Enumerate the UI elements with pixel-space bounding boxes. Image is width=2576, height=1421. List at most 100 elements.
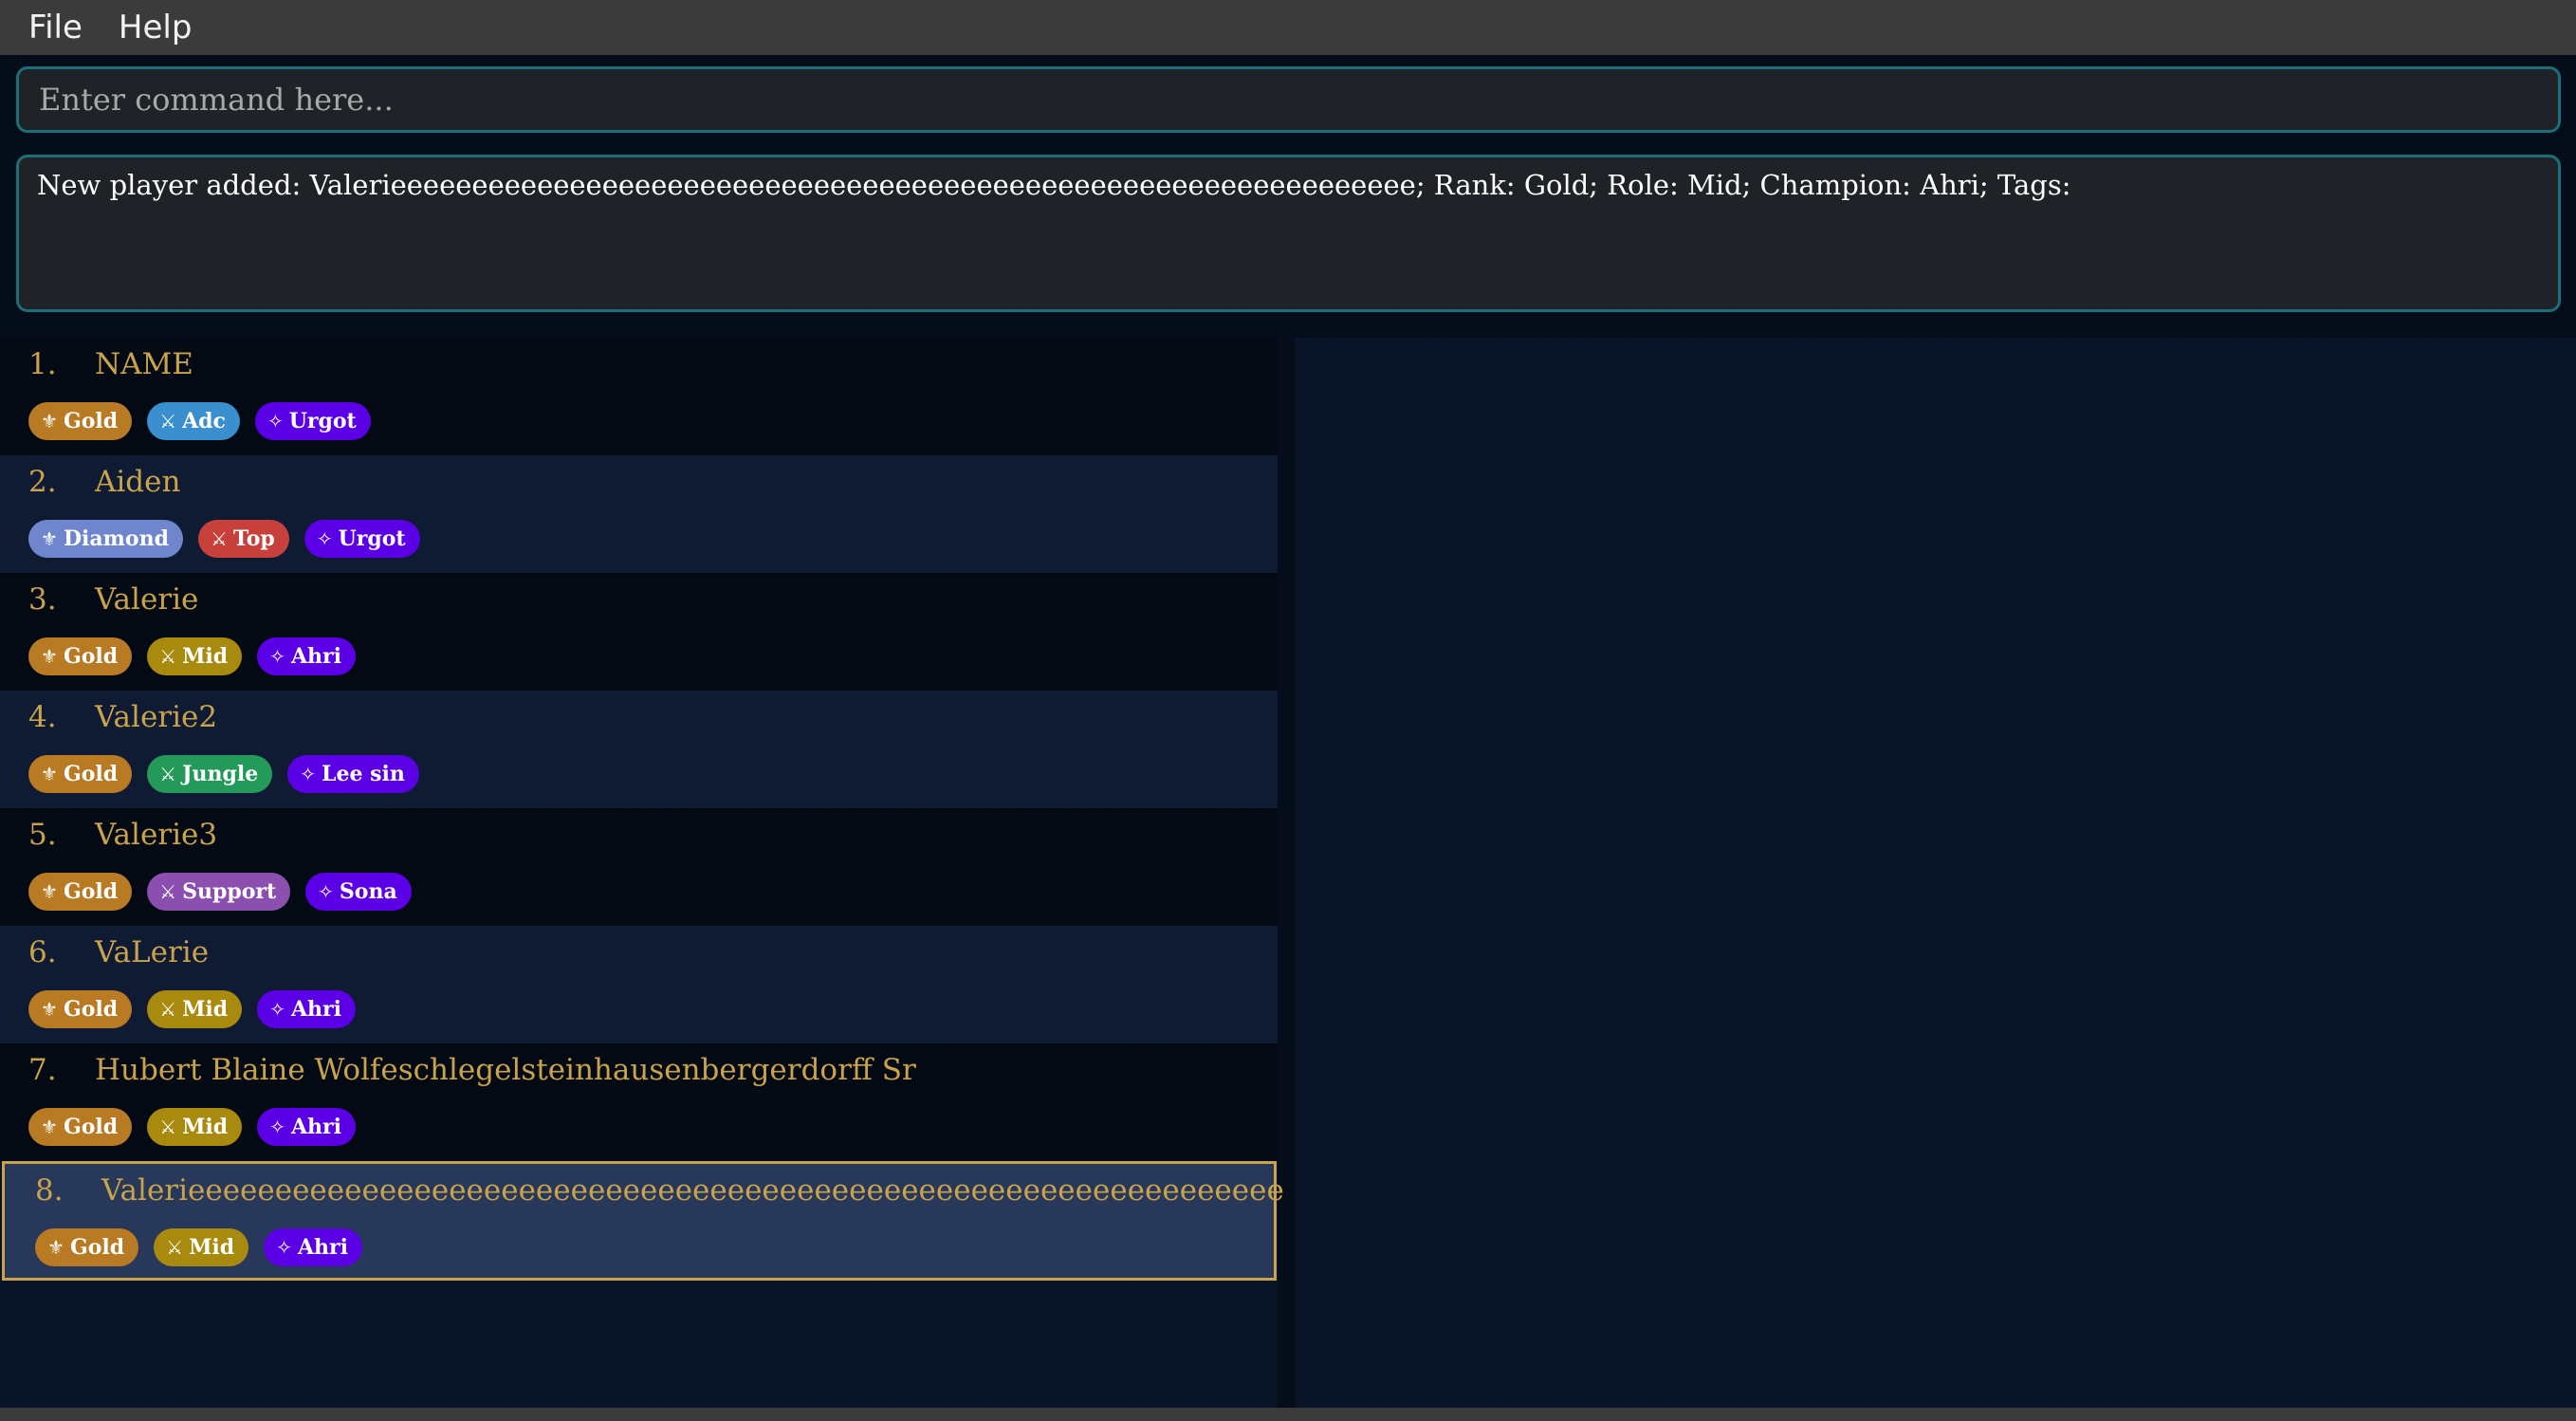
crossed-swords-icon: ⚔ — [159, 1116, 177, 1138]
player-title: 4. Valerie2 — [28, 700, 217, 734]
player-title: 5. Valerie3 — [28, 818, 217, 852]
fleur-de-lis-icon: ⚜ — [41, 410, 58, 433]
detail-panel — [1296, 338, 2576, 1408]
rank-label: Gold — [69, 1235, 125, 1260]
player-title: 2. Aiden — [28, 465, 180, 499]
player-tags: ⚜ Diamond ⚔ Top ✧ Urgot — [28, 520, 435, 558]
role-tag: ⚔ Top — [197, 520, 289, 558]
player-title: 7. Hubert Blaine Wolfeschlegelsteinhause… — [28, 1053, 916, 1087]
champion-label: Ahri — [297, 1235, 348, 1260]
crossed-swords-icon: ⚔ — [159, 645, 177, 668]
role-label: Mid — [182, 1115, 229, 1139]
player-tags: ⚜ Gold ⚔ Support ✧ Sona — [28, 873, 427, 911]
player-card[interactable]: 7. Hubert Blaine Wolfeschlegelsteinhause… — [0, 1043, 1278, 1161]
champion-tag: ✧ Urgot — [254, 402, 371, 440]
fleur-de-lis-icon: ⚜ — [41, 527, 58, 550]
champion-tag: ✧ Ahri — [257, 1108, 356, 1146]
rank-label: Gold — [63, 409, 119, 434]
player-tags: ⚜ Gold ⚔ Adc ✧ Urgot — [28, 402, 386, 440]
role-tag: ⚔ Adc — [147, 402, 240, 440]
fleur-de-lis-icon: ⚜ — [41, 998, 58, 1021]
rank-label: Gold — [63, 1115, 119, 1139]
role-tag: ⚔ Support — [147, 873, 291, 911]
champion-label: Urgot — [288, 409, 357, 434]
champion-label: Urgot — [338, 526, 406, 551]
player-index: 7. — [28, 1053, 57, 1087]
fleur-de-lis-icon: ⚜ — [41, 645, 58, 668]
champion-label: Lee sin — [321, 762, 405, 786]
rank-tag: ⚜ Gold — [28, 402, 133, 440]
player-name: Valerie — [95, 582, 199, 617]
player-index: 1. — [28, 347, 57, 381]
player-name: Valerie2 — [95, 700, 218, 734]
champion-tag: ✧ Ahri — [257, 637, 356, 675]
player-name: Hubert Blaine Wolfeschlegelsteinhausenbe… — [95, 1053, 916, 1087]
player-index: 8. — [35, 1173, 64, 1208]
rank-tag: ⚜ Gold — [28, 990, 133, 1028]
player-title: 8. Valerieeeeeeeeeeeeeeeeeeeeeeeeeeeeeee… — [35, 1173, 1284, 1208]
player-index: 6. — [28, 935, 57, 969]
champion-label: Sona — [339, 879, 397, 904]
role-tag: ⚔ Mid — [147, 1108, 243, 1146]
role-tag: ⚔ Mid — [154, 1228, 249, 1266]
player-card-selected[interactable]: 8. Valerieeeeeeeeeeeeeeeeeeeeeeeeeeeeeee… — [2, 1161, 1284, 1281]
menu-file[interactable]: File — [28, 9, 83, 46]
sparkle-icon: ✧ — [267, 410, 284, 433]
fleur-de-lis-icon: ⚜ — [41, 880, 58, 903]
player-card[interactable]: 2. Aiden ⚜ Diamond ⚔ Top ✧ Urgot — [0, 455, 1278, 573]
player-card[interactable]: 3. Valerie ⚜ Gold ⚔ Mid ✧ Ahri — [0, 573, 1278, 691]
player-card[interactable]: 6. VaLerie ⚜ Gold ⚔ Mid ✧ Ahri — [0, 926, 1278, 1043]
player-tags: ⚜ Gold ⚔ Mid ✧ Ahri — [28, 637, 371, 675]
role-label: Support — [182, 879, 277, 904]
player-card[interactable]: 5. Valerie3 ⚜ Gold ⚔ Support ✧ Sona — [0, 808, 1278, 926]
sparkle-icon: ✧ — [276, 1236, 292, 1259]
player-index: 3. — [28, 582, 57, 617]
sparkle-icon: ✧ — [316, 527, 333, 550]
player-title: 1. NAME — [28, 347, 193, 381]
crossed-swords-icon: ⚔ — [159, 763, 177, 785]
role-label: Jungle — [182, 762, 259, 786]
status-bar — [0, 1408, 2576, 1421]
sparkle-icon: ✧ — [318, 880, 334, 903]
command-input[interactable] — [16, 66, 2561, 133]
champion-label: Ahri — [290, 997, 341, 1022]
champion-label: Ahri — [290, 1115, 341, 1139]
crossed-swords-icon: ⚔ — [210, 527, 228, 550]
champion-tag: ✧ Ahri — [264, 1228, 362, 1266]
role-label: Top — [232, 526, 275, 551]
crossed-swords-icon: ⚔ — [159, 410, 177, 433]
rank-tag: ⚜ Gold — [28, 1108, 133, 1146]
rank-label: Gold — [63, 762, 119, 786]
player-name: NAME — [95, 347, 193, 381]
fleur-de-lis-icon: ⚜ — [47, 1236, 64, 1259]
rank-tag: ⚜ Gold — [28, 637, 133, 675]
role-label: Mid — [189, 1235, 235, 1260]
champion-tag: ✧ Sona — [305, 873, 412, 911]
rank-tag: ⚜ Diamond — [28, 520, 183, 558]
player-name: VaLerie — [95, 935, 210, 969]
menu-help[interactable]: Help — [119, 9, 193, 46]
player-card[interactable]: 4. Valerie2 ⚜ Gold ⚔ Jungle ✧ Lee sin — [0, 691, 1278, 808]
champion-tag: ✧ Urgot — [304, 520, 420, 558]
player-index: 2. — [28, 465, 57, 499]
role-tag: ⚔ Mid — [147, 990, 243, 1028]
player-card[interactable]: 1. NAME ⚜ Gold ⚔ Adc ✧ Urgot — [0, 338, 1278, 455]
role-label: Mid — [182, 644, 229, 669]
champion-tag: ✧ Ahri — [257, 990, 356, 1028]
player-index: 5. — [28, 818, 57, 852]
player-name: Valerieeeeeeeeeeeeeeeeeeeeeeeeeeeeeeeeee… — [101, 1173, 1284, 1208]
rank-tag: ⚜ Gold — [35, 1228, 139, 1266]
player-list[interactable]: 1. NAME ⚜ Gold ⚔ Adc ✧ Urgot 2. Aiden ⚜ Diam… — [0, 338, 1284, 1408]
sparkle-icon: ✧ — [269, 998, 285, 1021]
role-label: Adc — [182, 409, 226, 434]
rank-label: Gold — [63, 997, 119, 1022]
role-label: Mid — [182, 997, 229, 1022]
role-tag: ⚔ Mid — [147, 637, 243, 675]
sparkle-icon: ✧ — [300, 763, 316, 785]
result-text: New player added: Valerieeeeeeeeeeeeeeee… — [37, 169, 2071, 201]
player-tags: ⚜ Gold ⚔ Jungle ✧ Lee sin — [28, 755, 434, 793]
fleur-de-lis-icon: ⚜ — [41, 763, 58, 785]
player-tags: ⚜ Gold ⚔ Mid ✧ Ahri — [28, 1108, 371, 1146]
sparkle-icon: ✧ — [269, 1116, 285, 1138]
champion-label: Ahri — [290, 644, 341, 669]
